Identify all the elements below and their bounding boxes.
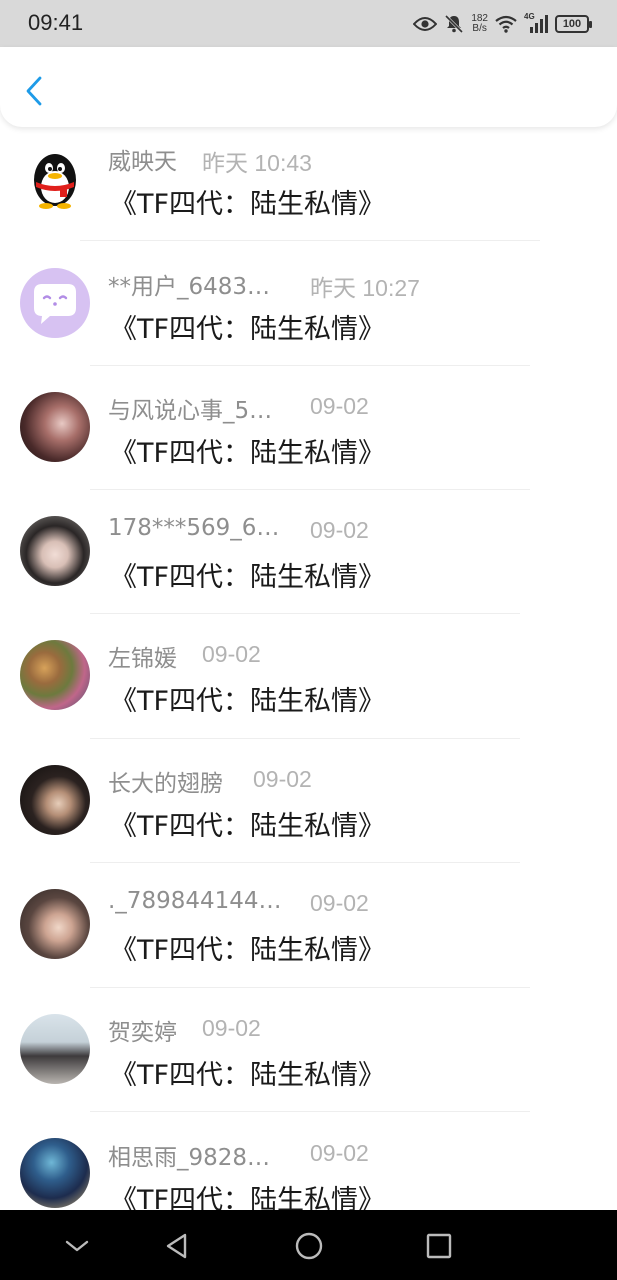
wifi-icon (495, 15, 517, 33)
comment-text[interactable]: 《TF四代：陆生私情》 (110, 928, 385, 967)
comment-time: 09-02 (310, 1140, 369, 1166)
back-triangle-icon (166, 1233, 187, 1259)
mute-icon (444, 14, 464, 34)
divider (80, 240, 540, 241)
list-item[interactable]: **用户_6483… 昨天 10:27 《TF四代：陆生私情》 (0, 251, 617, 375)
qq-penguin-icon (34, 154, 76, 209)
user-name[interactable]: **用户_6483… (108, 267, 270, 301)
list-item[interactable]: 威映天 昨天 10:43 《TF四代：陆生私情》 (0, 127, 617, 251)
avatar[interactable] (20, 640, 90, 710)
divider (90, 1111, 530, 1112)
comment-text[interactable]: 《TF四代：陆生私情》 (110, 431, 385, 470)
comment-list: 威映天 昨天 10:43 《TF四代：陆生私情》 **用户_6483… 昨天 1… (0, 127, 617, 1210)
user-name[interactable]: 178***569_6… (108, 515, 279, 541)
user-name[interactable]: 贺奕婷 (108, 1013, 177, 1047)
net-speed-unit: B/s (472, 23, 487, 34)
nav-back-button[interactable] (155, 1224, 199, 1268)
avatar[interactable] (20, 142, 90, 212)
user-name[interactable]: 与风说心事_5… (108, 391, 272, 425)
avatar[interactable] (20, 1014, 90, 1084)
divider (90, 987, 530, 988)
list-item[interactable]: 178***569_6… 09-02 《TF四代：陆生私情》 (0, 499, 617, 623)
comment-time: 09-02 (253, 766, 312, 792)
status-icons: 182 B/s 4G 100 (413, 12, 592, 36)
comment-text[interactable]: 《TF四代：陆生私情》 (110, 1178, 385, 1210)
header (0, 47, 617, 127)
battery-icon: 100 (555, 15, 592, 33)
back-button[interactable] (14, 71, 54, 111)
chevron-left-icon (26, 76, 42, 106)
list-item[interactable]: 长大的翅膀 09-02 《TF四代：陆生私情》 (0, 748, 617, 872)
divider (90, 613, 520, 614)
divider (90, 738, 520, 739)
avatar[interactable] (20, 765, 90, 835)
home-circle-icon (295, 1232, 323, 1260)
nav-home-button[interactable] (287, 1224, 331, 1268)
comment-time: 09-02 (310, 517, 369, 543)
comment-time: 09-02 (310, 393, 369, 419)
comment-text[interactable]: 《TF四代：陆生私情》 (110, 307, 385, 346)
avatar[interactable] (20, 516, 90, 586)
divider (90, 489, 530, 490)
eye-icon (413, 16, 438, 32)
avatar[interactable] (20, 268, 90, 338)
comment-time: 昨天 10:27 (310, 275, 420, 301)
list-item[interactable]: 贺奕婷 09-02 《TF四代：陆生私情》 (0, 997, 617, 1121)
list-item[interactable]: 左锦媛 09-02 《TF四代：陆生私情》 (0, 623, 617, 747)
comment-time: 09-02 (310, 890, 369, 916)
user-name[interactable]: ._789844144… (108, 888, 282, 914)
chat-bubble-icon (34, 284, 76, 324)
avatar[interactable] (20, 889, 90, 959)
user-name[interactable]: 左锦媛 (108, 639, 177, 673)
user-name[interactable]: 长大的翅膀 (108, 764, 223, 798)
avatar[interactable] (20, 1138, 90, 1208)
list-item[interactable]: 相思雨_9828… 09-02 《TF四代：陆生私情》 (0, 1121, 617, 1210)
recents-square-icon (426, 1233, 452, 1259)
chevron-down-icon (65, 1240, 89, 1252)
signal-icon: 4G (524, 12, 548, 34)
divider (90, 862, 520, 863)
nav-recents-button[interactable] (417, 1224, 461, 1268)
comment-time: 09-02 (202, 1015, 261, 1041)
user-name[interactable]: 相思雨_9828… (108, 1138, 270, 1172)
comment-text[interactable]: 《TF四代：陆生私情》 (110, 1053, 385, 1092)
comment-time: 09-02 (202, 641, 261, 667)
net-speed: 182 B/s (471, 14, 488, 34)
list-item[interactable]: 与风说心事_5… 09-02 《TF四代：陆生私情》 (0, 375, 617, 499)
divider (90, 365, 530, 366)
comment-time: 昨天 10:43 (202, 150, 312, 176)
status-time: 09:41 (28, 10, 84, 35)
list-item[interactable]: ._789844144… 09-02 《TF四代：陆生私情》 (0, 872, 617, 996)
comment-text[interactable]: 《TF四代：陆生私情》 (110, 555, 385, 594)
comment-text[interactable]: 《TF四代：陆生私情》 (110, 804, 385, 843)
collapse-button[interactable] (55, 1224, 99, 1268)
avatar[interactable] (20, 392, 90, 462)
comment-text[interactable]: 《TF四代：陆生私情》 (110, 679, 385, 718)
status-bar: 09:41 182 B/s 4G 100 (0, 0, 617, 47)
user-name[interactable]: 威映天 (108, 142, 177, 176)
comment-text[interactable]: 《TF四代：陆生私情》 (110, 182, 385, 221)
navigation-bar (0, 1210, 617, 1280)
